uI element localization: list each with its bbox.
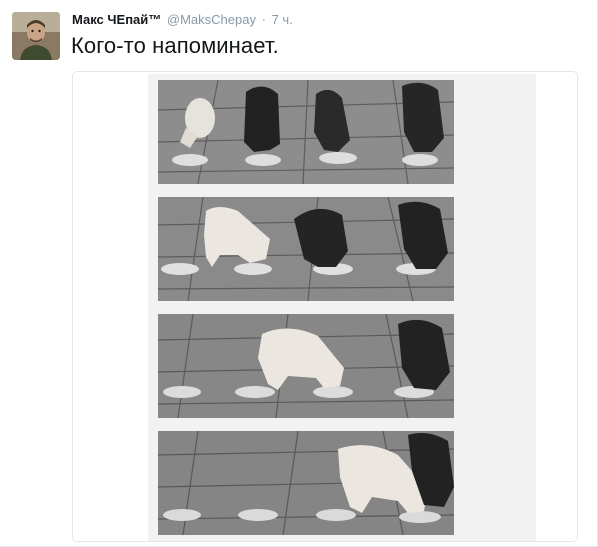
user-avatar-icon [12,12,60,60]
header-separator: · [261,12,266,27]
tweet-timestamp[interactable]: 7 ч. [272,12,293,27]
tweet-text: Кого-то напоминает. [71,33,279,58]
tweet[interactable]: Макс ЧЕпай™ @MaksChepay · 7 ч. Кого-то н… [0,0,598,547]
author-name[interactable]: Макс ЧЕпай™ [72,12,161,27]
author-handle[interactable]: @MaksChepay [167,12,256,27]
avatar[interactable] [12,12,60,60]
tweet-media[interactable] [72,71,578,542]
tweet-header: Макс ЧЕпай™ @MaksChepay · 7 ч. [72,11,293,29]
photo-panel [158,314,454,418]
photo-panel [158,197,454,301]
photo-panel [158,80,454,184]
photo-icon[interactable] [148,74,536,541]
photo-panel [158,431,454,535]
